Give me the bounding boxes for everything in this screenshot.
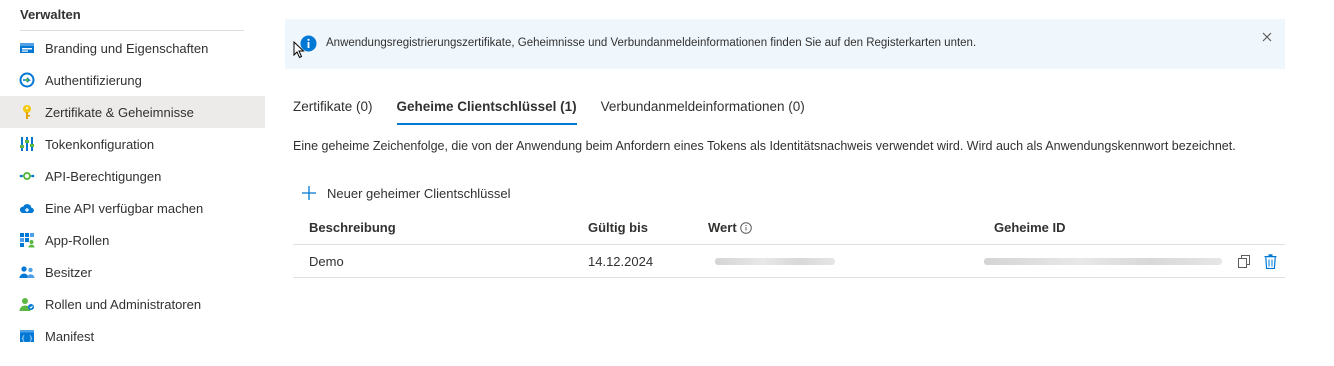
info-bar-text: Anwendungsregistrierungszertifikate, Geh… xyxy=(326,37,977,49)
redacted-secret-value xyxy=(715,258,835,265)
column-header-expires[interactable]: Gültig bis xyxy=(588,220,648,235)
sidebar-item-authentication[interactable]: Authentifizierung xyxy=(0,64,265,96)
secrets-table: Beschreibung Gültig bis Wert Geheime ID … xyxy=(293,211,1285,278)
manifest-icon: { } xyxy=(19,328,35,344)
add-client-secret-button[interactable]: Neuer geheimer Clientschlüssel xyxy=(301,183,511,203)
info-circle-icon[interactable] xyxy=(739,222,752,237)
cell-expires: 14.12.2024 xyxy=(588,254,654,269)
api-permissions-icon xyxy=(19,168,35,184)
table-row: Demo 14.12.2024 xyxy=(293,245,1285,278)
redacted-secret-id xyxy=(984,258,1222,265)
info-bar: Anwendungsregistrierungszertifikate, Geh… xyxy=(285,19,1285,69)
sidebar-item-label: Branding und Eigenschaften xyxy=(45,40,209,56)
column-header-value-label: Wert xyxy=(708,220,737,235)
owners-icon xyxy=(19,264,35,280)
sidebar-item-label: Besitzer xyxy=(45,264,92,280)
sidebar-item-branding[interactable]: Branding und Eigenschaften xyxy=(0,32,265,64)
sidebar-item-manifest[interactable]: { } Manifest xyxy=(0,320,265,352)
section-title: Verwalten xyxy=(20,7,81,22)
section-divider xyxy=(20,30,244,31)
sidebar: Verwalten Branding und Eigenschaften Aut… xyxy=(0,0,265,366)
sidebar-item-label: Zertifikate & Geheimnisse xyxy=(45,104,194,120)
copy-icon[interactable] xyxy=(1236,253,1252,269)
token-config-icon xyxy=(19,136,35,152)
key-icon xyxy=(19,104,35,120)
tab-bar: Zertifikate (0) Geheime Clientschlüssel … xyxy=(293,99,829,127)
tab-certificates[interactable]: Zertifikate (0) xyxy=(293,99,373,127)
plus-icon xyxy=(301,185,317,201)
sidebar-item-certificates-secrets[interactable]: Zertifikate & Geheimnisse xyxy=(0,96,265,128)
sidebar-item-roles-admins[interactable]: Rollen und Administratoren xyxy=(0,288,265,320)
tab-client-secrets[interactable]: Geheime Clientschlüssel (1) xyxy=(396,99,577,127)
app-roles-icon xyxy=(19,232,35,248)
sidebar-item-owners[interactable]: Besitzer xyxy=(0,256,265,288)
main-content: Anwendungsregistrierungszertifikate, Geh… xyxy=(285,0,1285,366)
column-header-description[interactable]: Beschreibung xyxy=(309,220,396,235)
add-client-secret-label: Neuer geheimer Clientschlüssel xyxy=(327,185,511,201)
svg-text:{ }: { } xyxy=(21,335,33,343)
sidebar-item-label: Authentifizierung xyxy=(45,72,142,88)
column-header-secret-id[interactable]: Geheime ID xyxy=(994,220,1066,235)
sidebar-item-api-permissions[interactable]: API-Berechtigungen xyxy=(0,160,265,192)
roles-admins-icon xyxy=(19,296,35,312)
close-icon[interactable] xyxy=(1259,29,1275,45)
sidebar-item-label: API-Berechtigungen xyxy=(45,168,162,184)
table-header: Beschreibung Gültig bis Wert Geheime ID xyxy=(293,211,1285,245)
sidebar-item-expose-api[interactable]: Eine API verfügbar machen xyxy=(0,192,265,224)
sidebar-item-label: Rollen und Administratoren xyxy=(45,296,202,312)
sidebar-item-app-roles[interactable]: App-Rollen xyxy=(0,224,265,256)
authentication-icon xyxy=(19,72,35,88)
cell-description: Demo xyxy=(309,254,344,269)
branding-icon xyxy=(19,40,35,56)
sidebar-item-token-configuration[interactable]: Tokenkonfiguration xyxy=(0,128,265,160)
sidebar-item-label: Eine API verfügbar machen xyxy=(45,200,204,216)
column-header-value[interactable]: Wert xyxy=(708,220,752,237)
sidebar-item-label: Tokenkonfiguration xyxy=(45,136,155,152)
sidebar-item-label: Manifest xyxy=(45,328,95,344)
delete-icon[interactable] xyxy=(1262,253,1278,269)
tab-description: Eine geheime Zeichenfolge, die von der A… xyxy=(293,139,1236,153)
nav-list: Branding und Eigenschaften Authentifizie… xyxy=(0,32,265,352)
mouse-cursor-icon xyxy=(293,40,305,59)
sidebar-item-label: App-Rollen xyxy=(45,232,110,248)
cloud-icon xyxy=(19,200,35,216)
tab-federated-credentials[interactable]: Verbundanmeldeinformationen (0) xyxy=(601,99,805,127)
